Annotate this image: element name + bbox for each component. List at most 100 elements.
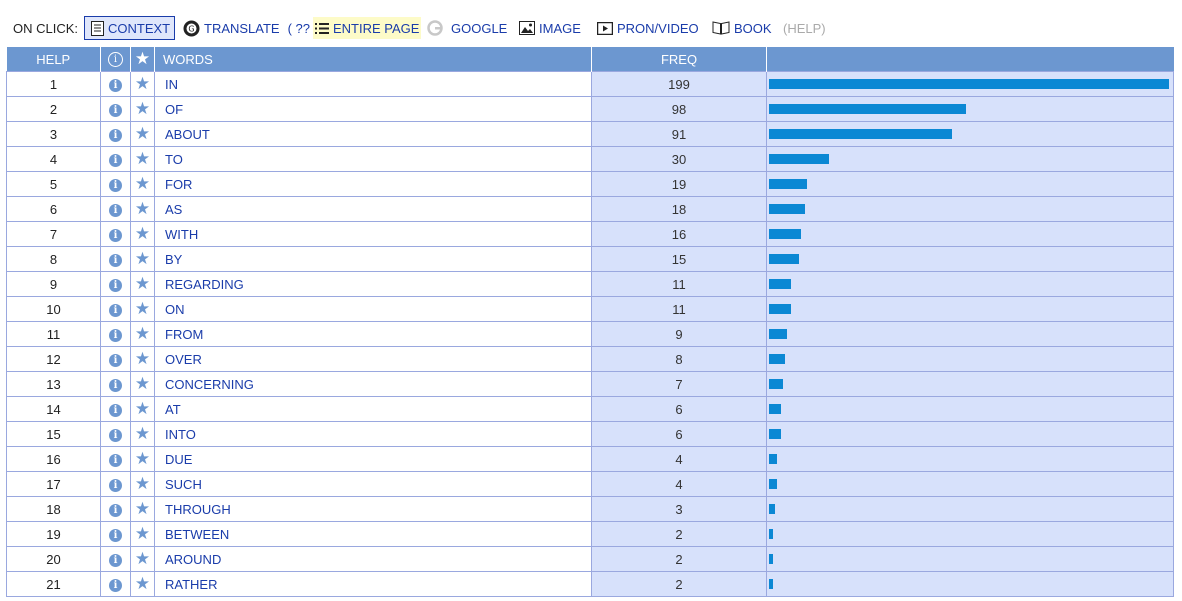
word-link[interactable]: BY <box>154 246 592 272</box>
info-icon[interactable]: i <box>109 203 122 217</box>
info-cell[interactable]: i <box>100 496 131 522</box>
star-icon[interactable]: ★ <box>135 125 150 144</box>
star-icon[interactable]: ★ <box>135 225 150 244</box>
star-cell[interactable]: ★ <box>130 71 155 97</box>
info-icon[interactable]: i <box>109 403 122 417</box>
star-cell[interactable]: ★ <box>130 571 155 597</box>
star-icon[interactable]: ★ <box>135 275 150 294</box>
word-link[interactable]: AROUND <box>154 546 592 572</box>
word-link[interactable]: ON <box>154 296 592 322</box>
star-cell[interactable]: ★ <box>130 371 155 397</box>
info-cell[interactable]: i <box>100 521 131 547</box>
info-icon[interactable]: i <box>109 78 122 92</box>
info-cell[interactable]: i <box>100 221 131 247</box>
info-cell[interactable]: i <box>100 171 131 197</box>
word-link[interactable]: ABOUT <box>154 121 592 147</box>
info-icon[interactable]: i <box>109 103 122 117</box>
star-cell[interactable]: ★ <box>130 121 155 147</box>
info-cell[interactable]: i <box>100 296 131 322</box>
star-icon[interactable]: ★ <box>135 525 150 544</box>
word-link[interactable]: OF <box>154 96 592 122</box>
star-cell[interactable]: ★ <box>130 446 155 472</box>
star-cell[interactable]: ★ <box>130 146 155 172</box>
info-icon[interactable]: i <box>109 378 122 392</box>
star-icon[interactable]: ★ <box>135 500 150 519</box>
star-icon[interactable]: ★ <box>135 250 150 269</box>
info-icon[interactable]: i <box>109 478 122 492</box>
star-cell[interactable]: ★ <box>130 421 155 447</box>
help-column-header[interactable]: HELP <box>6 47 101 72</box>
star-icon[interactable]: ★ <box>135 475 150 494</box>
word-link[interactable]: WITH <box>154 221 592 247</box>
info-cell[interactable]: i <box>100 346 131 372</box>
freq-column-header[interactable]: FREQ <box>591 47 767 72</box>
info-cell[interactable]: i <box>100 96 131 122</box>
star-icon[interactable]: ★ <box>135 300 150 319</box>
book-button[interactable]: BOOK <box>712 17 772 39</box>
info-cell[interactable]: i <box>100 121 131 147</box>
info-icon[interactable]: i <box>109 278 122 292</box>
words-column-header[interactable]: WORDS <box>154 47 592 72</box>
star-icon[interactable]: ★ <box>135 450 150 469</box>
star-icon[interactable]: ★ <box>135 75 150 94</box>
star-cell[interactable]: ★ <box>130 296 155 322</box>
entire-page-button[interactable]: ENTIRE PAGE <box>313 17 422 39</box>
star-icon[interactable]: ★ <box>135 200 150 219</box>
word-link[interactable]: OVER <box>154 346 592 372</box>
info-icon[interactable]: i <box>109 353 122 367</box>
info-cell[interactable]: i <box>100 271 131 297</box>
info-cell[interactable]: i <box>100 571 131 597</box>
star-cell[interactable]: ★ <box>130 171 155 197</box>
info-icon[interactable]: i <box>109 303 122 317</box>
info-cell[interactable]: i <box>100 446 131 472</box>
word-link[interactable]: AS <box>154 196 592 222</box>
star-icon[interactable]: ★ <box>135 425 150 444</box>
info-cell[interactable]: i <box>100 546 131 572</box>
star-cell[interactable]: ★ <box>130 321 155 347</box>
star-cell[interactable]: ★ <box>130 271 155 297</box>
info-cell[interactable]: i <box>100 471 131 497</box>
word-link[interactable]: CONCERNING <box>154 371 592 397</box>
info-icon[interactable]: i <box>109 178 122 192</box>
word-link[interactable]: BETWEEN <box>154 521 592 547</box>
info-cell[interactable]: i <box>100 71 131 97</box>
info-icon[interactable]: i <box>109 553 122 567</box>
star-cell[interactable]: ★ <box>130 196 155 222</box>
word-link[interactable]: FOR <box>154 171 592 197</box>
info-cell[interactable]: i <box>100 321 131 347</box>
star-cell[interactable]: ★ <box>130 221 155 247</box>
info-icon[interactable]: i <box>109 328 122 342</box>
star-icon[interactable]: ★ <box>135 575 150 594</box>
info-cell[interactable]: i <box>100 196 131 222</box>
translate-button[interactable]: G TRANSLATE ( ?? ) <box>183 17 318 39</box>
word-link[interactable]: TO <box>154 146 592 172</box>
star-icon[interactable]: ★ <box>135 100 150 119</box>
info-icon[interactable]: i <box>109 153 122 167</box>
star-icon[interactable]: ★ <box>135 150 150 169</box>
star-cell[interactable]: ★ <box>130 96 155 122</box>
info-icon[interactable]: i <box>109 528 122 542</box>
star-cell[interactable]: ★ <box>130 246 155 272</box>
word-link[interactable]: AT <box>154 396 592 422</box>
word-link[interactable]: RATHER <box>154 571 592 597</box>
info-icon[interactable]: i <box>109 428 122 442</box>
star-icon[interactable]: ★ <box>135 550 150 569</box>
word-link[interactable]: THROUGH <box>154 496 592 522</box>
star-icon[interactable]: ★ <box>135 175 150 194</box>
star-cell[interactable]: ★ <box>130 346 155 372</box>
word-link[interactable]: INTO <box>154 421 592 447</box>
star-cell[interactable]: ★ <box>130 396 155 422</box>
pron-video-button[interactable]: PRON/VIDEO <box>597 17 699 39</box>
star-cell[interactable]: ★ <box>130 521 155 547</box>
info-cell[interactable]: i <box>100 146 131 172</box>
info-cell[interactable]: i <box>100 396 131 422</box>
star-cell[interactable]: ★ <box>130 471 155 497</box>
star-cell[interactable]: ★ <box>130 546 155 572</box>
info-icon[interactable]: i <box>109 453 122 467</box>
star-icon[interactable]: ★ <box>135 375 150 394</box>
info-cell[interactable]: i <box>100 246 131 272</box>
word-link[interactable]: DUE <box>154 446 592 472</box>
info-icon[interactable]: i <box>109 228 122 242</box>
star-icon[interactable]: ★ <box>135 400 150 419</box>
info-icon[interactable]: i <box>109 578 122 592</box>
